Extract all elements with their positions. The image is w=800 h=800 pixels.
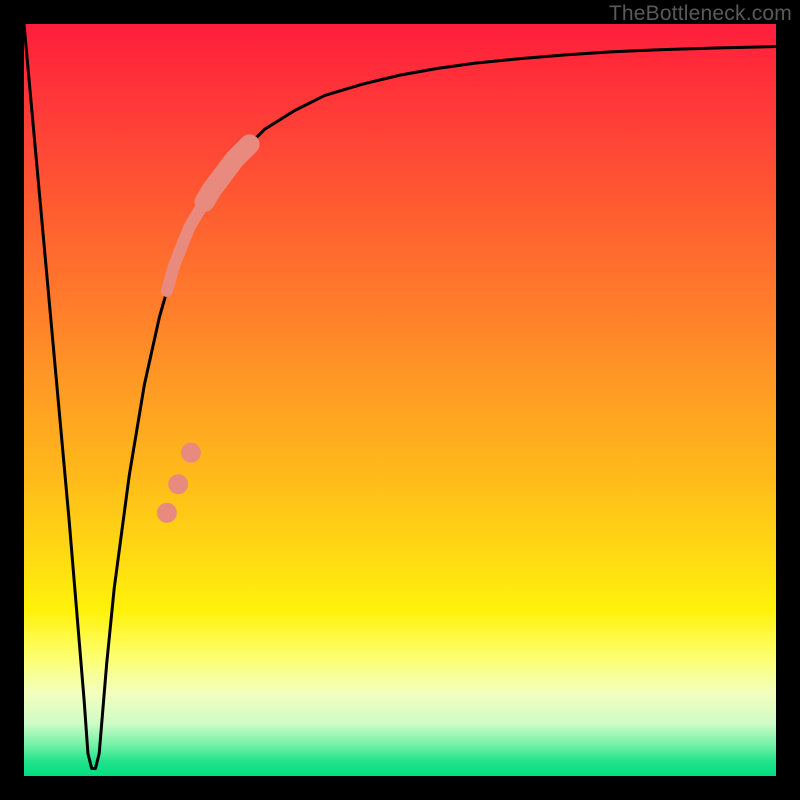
chart-frame: TheBottleneck.com — [0, 0, 800, 800]
highlight-dots — [157, 443, 201, 523]
plot-area — [24, 24, 776, 776]
highlight-dot — [168, 474, 188, 494]
watermark-text: TheBottleneck.com — [609, 2, 792, 26]
highlight-dot — [181, 443, 201, 463]
dots-layer — [24, 24, 776, 776]
highlight-dot — [157, 503, 177, 523]
